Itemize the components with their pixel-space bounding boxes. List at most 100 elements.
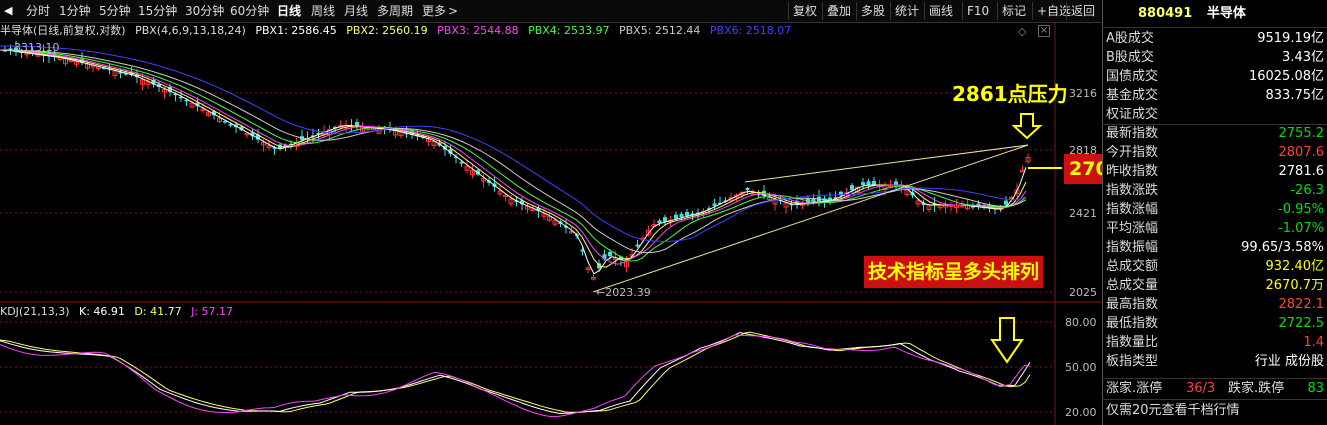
price-axis-tick: 2025 bbox=[1069, 286, 1097, 299]
quote-row: 指数涨跌 -26.3 bbox=[1104, 182, 1326, 200]
quote-row: 总成交量 2670.7万 bbox=[1104, 277, 1326, 295]
quote-row-label: 指数涨跌 bbox=[1106, 183, 1159, 198]
updown-value-1: 36/3 bbox=[1186, 381, 1216, 396]
quote-row: 总成交额 932.40亿 bbox=[1104, 258, 1326, 276]
candle-body bbox=[608, 251, 612, 257]
quote-row-value: 2722.5 bbox=[1278, 316, 1325, 331]
quote-row-value: 行业 成份股 bbox=[1254, 354, 1324, 369]
quote-row-label: 最新指数 bbox=[1106, 126, 1159, 141]
quote-row-label: 板指类型 bbox=[1106, 354, 1159, 369]
quote-row-label: 今开指数 bbox=[1106, 145, 1159, 160]
quote-row-value: 2755.2 bbox=[1278, 126, 1325, 141]
price-axis-tick: 2421 bbox=[1069, 207, 1097, 220]
quote-row: 平均涨幅 -1.07% bbox=[1104, 220, 1326, 238]
quote-row: 板指类型 行业 成份股 bbox=[1104, 353, 1326, 371]
quote-row-label: 指数振幅 bbox=[1106, 240, 1159, 255]
quote-row: 指数量比 1.4 bbox=[1104, 334, 1326, 352]
pressure-annotation: 2861点压力 bbox=[952, 82, 1068, 106]
pbx1-label: PBX1: 2586.45 bbox=[255, 24, 337, 37]
quote-header: 880491 半导体 bbox=[1104, 4, 1324, 24]
quote-row-value: 99.65/3.58% bbox=[1241, 240, 1324, 255]
candle-body bbox=[685, 212, 689, 216]
updown-label-2: 跌家.跌停 bbox=[1228, 381, 1285, 396]
high-price-label: 3313.10 bbox=[14, 41, 60, 54]
divider bbox=[1102, 378, 1327, 379]
level2-promo-text: 仅需20元查看千档行情 bbox=[1106, 403, 1240, 418]
kline-chart[interactable]: 321628182421202580.0050.0020.003313.10←2… bbox=[0, 0, 1102, 425]
candle-body bbox=[663, 217, 667, 222]
candle-body bbox=[866, 181, 871, 185]
down-arrow-icon bbox=[1011, 113, 1043, 140]
kdj-k-label: K: 46.91 bbox=[79, 305, 125, 318]
kdj-name-label: KDJ(21,13,3) bbox=[0, 305, 70, 318]
quote-row-label: A股成交 bbox=[1106, 31, 1154, 46]
kdj-legend: KDJ(21,13,3) K: 46.91 D: 41.77 J: 57.17 bbox=[0, 304, 233, 320]
pbx6-label: PBX6: 2518.07 bbox=[709, 24, 792, 37]
candle-body bbox=[872, 180, 876, 185]
candle-body bbox=[894, 181, 898, 185]
quote-row-value: -0.95% bbox=[1278, 202, 1324, 217]
candle-body bbox=[679, 213, 684, 218]
candle-body bbox=[1004, 200, 1008, 205]
down-arrow-icon bbox=[990, 317, 1024, 364]
kdj-k-line bbox=[0, 331, 1031, 415]
candle-body bbox=[712, 203, 717, 206]
quote-row-label: 指数量比 bbox=[1106, 335, 1159, 350]
quote-row-label: 最高指数 bbox=[1106, 297, 1159, 312]
quote-row: 指数涨幅 -0.95% bbox=[1104, 201, 1326, 219]
low-price-label: ←2023.39 bbox=[596, 286, 651, 299]
index-name: 半导体 bbox=[1206, 6, 1246, 21]
quote-row-value: 2822.1 bbox=[1278, 297, 1325, 312]
quote-row: 权证成交 bbox=[1104, 106, 1326, 124]
kdj-axis-tick: 80.00 bbox=[1065, 316, 1097, 329]
candle-body bbox=[745, 188, 750, 191]
moving-average-line bbox=[0, 49, 1027, 275]
quote-row-label: 指数涨幅 bbox=[1106, 202, 1159, 217]
candle-body bbox=[861, 182, 865, 185]
updown-value-2: 83 bbox=[1307, 381, 1324, 396]
quote-row-value: 2670.7万 bbox=[1265, 278, 1325, 293]
quote-row: 最新指数 2755.2 bbox=[1104, 125, 1326, 143]
quote-row-label: 昨收指数 bbox=[1106, 164, 1159, 179]
quote-row-value: 833.75亿 bbox=[1265, 88, 1325, 103]
quote-row-value: -26.3 bbox=[1290, 183, 1324, 198]
quote-row: 昨收指数 2781.6 bbox=[1104, 163, 1326, 181]
quote-row-value: 3.43亿 bbox=[1282, 50, 1324, 65]
price-legend: 半导体(日线,前复权,对数) PBX(4,6,9,13,18,24) PBX1:… bbox=[0, 23, 791, 39]
quote-row-value: 9519.19亿 bbox=[1257, 31, 1324, 46]
kdj-axis-tick: 50.00 bbox=[1065, 361, 1097, 374]
divider bbox=[1102, 399, 1327, 400]
divider bbox=[1102, 27, 1327, 28]
quote-row-label: 最低指数 bbox=[1106, 316, 1159, 331]
quote-row-value: -1.07% bbox=[1278, 221, 1324, 236]
pbx4-label: PBX4: 2533.97 bbox=[528, 24, 610, 37]
updown-label-1: 涨家.涨停 bbox=[1106, 381, 1163, 396]
index-code: 880491 bbox=[1138, 6, 1193, 21]
quote-row: 基金成交 833.75亿 bbox=[1104, 87, 1326, 105]
kdj-axis-tick: 20.00 bbox=[1065, 406, 1097, 419]
quote-row-label: 基金成交 bbox=[1106, 88, 1159, 103]
diamond-icon[interactable]: ◇ bbox=[1018, 25, 1026, 38]
kdj-d-label: D: 41.77 bbox=[134, 305, 182, 318]
quote-row: 最低指数 2722.5 bbox=[1104, 315, 1326, 333]
quote-row-value: 16025.08亿 bbox=[1248, 69, 1324, 84]
quote-row-value: 932.40亿 bbox=[1265, 259, 1325, 274]
quote-row-label: 总成交量 bbox=[1106, 278, 1159, 293]
quote-row: 今开指数 2807.6 bbox=[1104, 144, 1326, 162]
level2-promo-link[interactable]: 仅需20元查看千档行情 bbox=[1104, 402, 1326, 420]
quote-row-label: 权证成交 bbox=[1106, 107, 1159, 122]
kdj-j-label: J: 57.17 bbox=[191, 305, 234, 318]
quote-row-value: 2807.6 bbox=[1278, 145, 1325, 160]
quote-row-value: 2781.6 bbox=[1278, 164, 1325, 179]
index-name-label: 半导体(日线,前复权,对数) bbox=[0, 24, 126, 37]
quote-row: 国债成交 16025.08亿 bbox=[1104, 68, 1326, 86]
pbx5-label: PBX5: 2512.44 bbox=[618, 24, 701, 37]
quote-row-label: 国债成交 bbox=[1106, 69, 1159, 84]
close-icon[interactable]: × bbox=[1038, 25, 1050, 37]
updown-row: 涨家.涨停 36/3 跌家.跌停 83 bbox=[1104, 380, 1326, 398]
price-axis-tick: 3216 bbox=[1069, 87, 1097, 100]
resistance-trendline bbox=[744, 144, 1029, 183]
quote-row-label: 总成交额 bbox=[1106, 259, 1159, 274]
quote-row-label: 平均涨幅 bbox=[1106, 221, 1159, 236]
indicator-name-label: PBX(4,6,9,13,18,24) bbox=[135, 24, 246, 37]
